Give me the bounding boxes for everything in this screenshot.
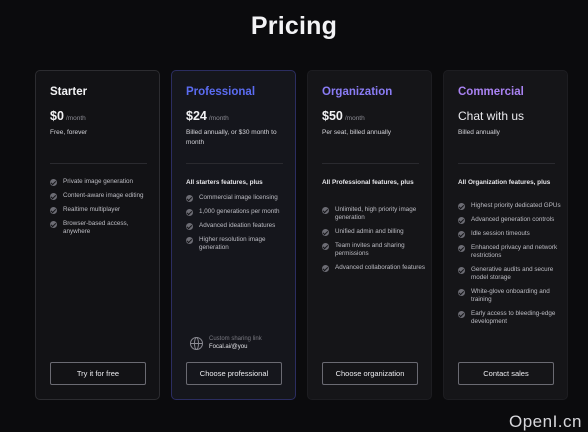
- check-circle-icon: [186, 208, 193, 216]
- feature-list: Private image generation Content-aware i…: [50, 178, 156, 242]
- plan-name: Organization: [322, 86, 393, 98]
- check-circle-icon: [458, 288, 465, 296]
- check-circle-icon: [458, 202, 465, 210]
- feature-item: Unlimited, high priority image generatio…: [322, 206, 428, 222]
- contact-sales-button[interactable]: Contact sales: [458, 362, 554, 385]
- divider: [50, 163, 147, 164]
- plan-price: Chat with us: [458, 109, 525, 123]
- plan-card-starter: Starter $0/month Free, forever Private i…: [35, 70, 160, 400]
- plan-card-commercial: Commercial Chat with us Billed annually …: [443, 70, 568, 400]
- feature-item: Unified admin and billing: [322, 228, 428, 236]
- globe-icon: [190, 336, 203, 350]
- features-heading: All Organization features, plus: [458, 179, 551, 186]
- check-circle-icon: [322, 206, 329, 214]
- plan-price: $0: [50, 109, 64, 123]
- feature-item: Browser-based access, anywhere: [50, 220, 156, 236]
- plan-name: Starter: [50, 86, 88, 98]
- check-circle-icon: [458, 266, 465, 274]
- divider: [322, 163, 419, 164]
- price-row: $24/month: [186, 107, 229, 125]
- features-heading: All starters features, plus: [186, 179, 263, 186]
- feature-item: Idle session timeouts: [458, 230, 564, 238]
- plan-card-organization: Organization $50/month Per seat, billed …: [307, 70, 432, 400]
- feature-item: Generative audits and secure model stora…: [458, 266, 564, 282]
- feature-item: White-glove onboarding and training: [458, 288, 564, 304]
- price-period: /month: [344, 115, 365, 122]
- feature-list: Highest priority dedicated GPUs Advanced…: [458, 202, 564, 332]
- plan-subtitle: Billed annually: [458, 129, 500, 136]
- plan-price: $50: [322, 109, 343, 123]
- feature-item: Highest priority dedicated GPUs: [458, 202, 564, 210]
- check-circle-icon: [186, 236, 193, 244]
- watermark: OpenI.cn: [509, 412, 582, 431]
- check-circle-icon: [50, 206, 57, 214]
- divider: [458, 163, 555, 164]
- feature-item: Private image generation: [50, 178, 156, 186]
- plan-name: Commercial: [458, 86, 524, 98]
- check-circle-icon: [186, 194, 193, 202]
- divider: [186, 163, 283, 164]
- check-circle-icon: [50, 220, 57, 228]
- feature-item: Higher resolution image generation: [186, 236, 292, 252]
- feature-item: Content-aware image editing: [50, 192, 156, 200]
- feature-item: Enhanced privacy and network restriction…: [458, 244, 564, 260]
- feature-item: Advanced generation controls: [458, 216, 564, 224]
- check-circle-icon: [50, 178, 57, 186]
- plan-card-professional: Professional $24/month Billed annually, …: [171, 70, 296, 400]
- check-circle-icon: [458, 216, 465, 224]
- check-circle-icon: [186, 222, 193, 230]
- price-period: /month: [208, 115, 229, 122]
- link-url: Focal.ai/@you: [209, 344, 248, 350]
- check-circle-icon: [458, 244, 465, 252]
- feature-list: Commercial image licensing 1,000 generat…: [186, 194, 292, 258]
- check-circle-icon: [322, 264, 329, 272]
- feature-item: Realtime multiplayer: [50, 206, 156, 214]
- custom-sharing-link[interactable]: Custom sharing link Focal.ai/@you: [190, 335, 262, 351]
- feature-item: Early access to bleeding-edge developmen…: [458, 310, 564, 326]
- plan-name: Professional: [186, 86, 256, 98]
- features-heading: All Professional features, plus: [322, 179, 414, 186]
- price-row: $0/month: [50, 107, 86, 125]
- feature-item: Commercial image licensing: [186, 194, 292, 202]
- plan-price: $24: [186, 109, 207, 123]
- check-circle-icon: [322, 228, 329, 236]
- check-circle-icon: [458, 310, 465, 318]
- check-circle-icon: [50, 192, 57, 200]
- check-circle-icon: [322, 242, 329, 250]
- check-circle-icon: [458, 230, 465, 238]
- feature-list: Unlimited, high priority image generatio…: [322, 206, 428, 278]
- choose-professional-button[interactable]: Choose professional: [186, 362, 282, 385]
- link-label: Custom sharing link: [209, 336, 262, 342]
- feature-item: Advanced ideation features: [186, 222, 292, 230]
- feature-item: Advanced collaboration features: [322, 264, 428, 272]
- price-row: $50/month: [322, 107, 365, 125]
- price-period: /month: [65, 115, 86, 122]
- feature-item: Team invites and sharing permissions: [322, 242, 428, 258]
- feature-item: 1,000 generations per month: [186, 208, 292, 216]
- plan-subtitle: Per seat, billed annually: [322, 129, 392, 136]
- page-title: Pricing: [250, 12, 338, 40]
- try-free-button[interactable]: Try it for free: [50, 362, 146, 385]
- choose-organization-button[interactable]: Choose organization: [322, 362, 418, 385]
- plan-subtitle: Billed annually, or $30 month to month: [186, 129, 277, 146]
- price-row: Chat with us: [458, 107, 524, 125]
- plan-subtitle: Free, forever: [50, 129, 88, 136]
